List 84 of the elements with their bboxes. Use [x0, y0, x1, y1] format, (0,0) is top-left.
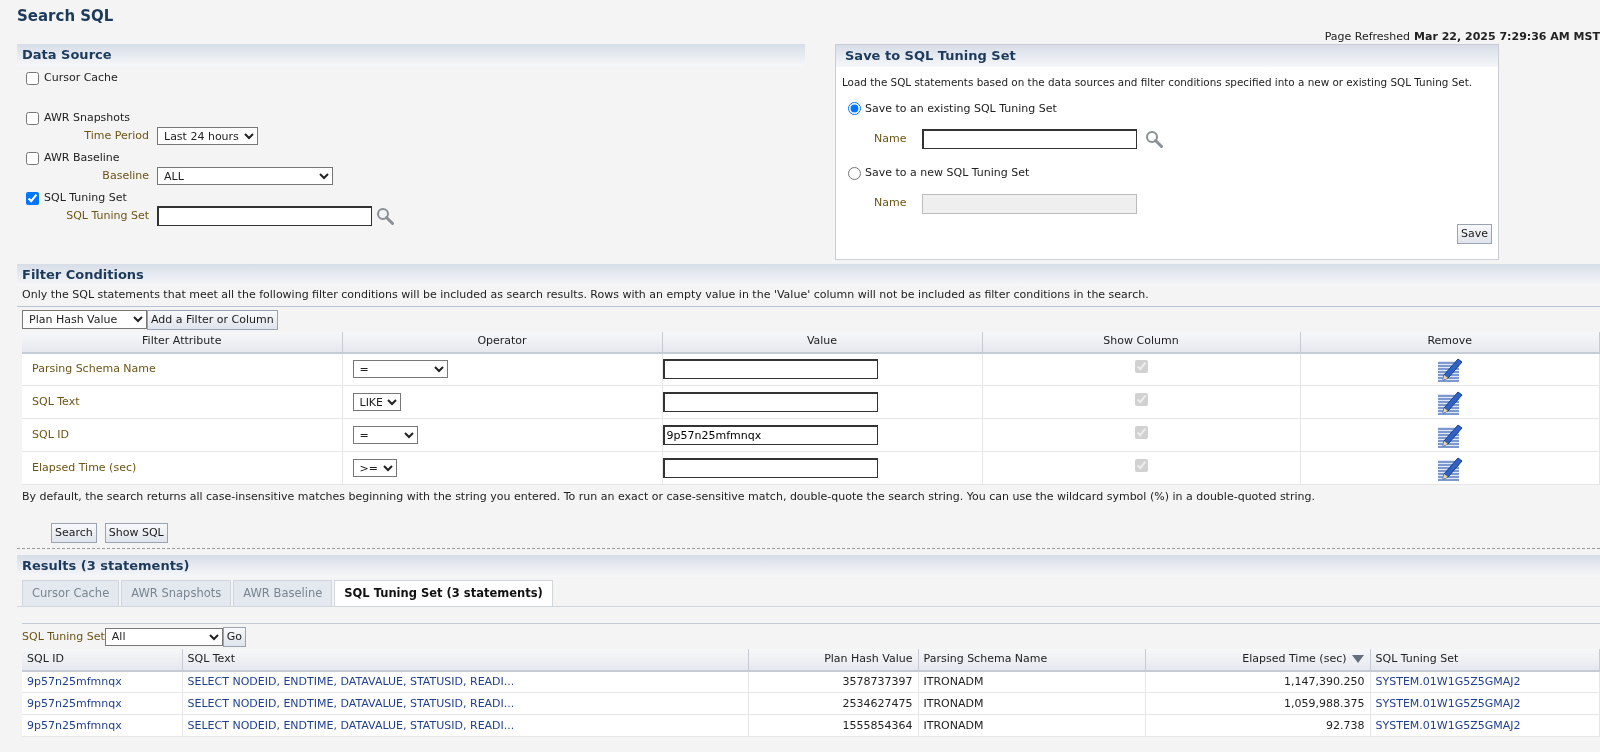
sort-icon[interactable]: [1350, 654, 1365, 665]
dropdown[interactable]: =: [352, 360, 448, 379]
radio-button[interactable]: [848, 166, 861, 180]
add-filter-button[interactable]: Add a Filter or Column: [147, 309, 278, 330]
column-header: SQL Tuning Set: [1370, 648, 1600, 671]
panel-title: Save to SQL Tuning Set: [845, 47, 1016, 66]
field-label: Baseline: [101, 167, 150, 184]
table-link[interactable]: 9p57n25mfmnqx: [27, 674, 122, 688]
table-cell: ITRONADM: [918, 692, 1145, 715]
table-cell: ITRONADM: [918, 670, 1145, 693]
tab[interactable]: SQL Tuning Set (3 statements): [334, 579, 553, 606]
checkbox[interactable]: [26, 152, 39, 165]
column-header: Parsing Schema Name: [918, 648, 1145, 671]
checkbox-label: SQL Tuning Set: [44, 190, 127, 207]
section-title: Filter Conditions: [22, 266, 144, 285]
table-link[interactable]: SYSTEM.01W1G5Z5GMAJ2: [1375, 718, 1521, 732]
page-title: Search SQL: [17, 6, 115, 26]
save-button[interactable]: Save: [1457, 223, 1492, 244]
radio-label: Save to an existing SQL Tuning Set: [865, 100, 1057, 117]
table-cell: 1,059,988.375: [1145, 692, 1370, 715]
column-header: Value: [662, 331, 982, 353]
table-link[interactable]: SYSTEM.01W1G5Z5GMAJ2: [1375, 674, 1521, 688]
column-header: Show Column: [982, 331, 1300, 353]
section-description: Only the SQL statements that meet all the following filter conditions will be included as search results. Rows with an empty value in the 'Value' column will not be included as filter conditions in the search.: [17, 286, 1600, 307]
radio-label: Save to a new SQL Tuning Set: [865, 165, 1030, 182]
search-note: By default, the search returns all case-insensitive matches beginning with the string you entered. To run an exact or case-sensitive match, double-quote the search string. You can use the wildcard symbol (%) in a double-quoted string.: [21, 489, 1316, 505]
field-label: Name: [874, 195, 908, 212]
search-icon[interactable]: [376, 207, 394, 225]
table-link[interactable]: SYSTEM.01W1G5Z5GMAJ2: [1375, 696, 1521, 710]
dropdown[interactable]: LIKE: [352, 393, 401, 411]
action-button[interactable]: Show SQL: [104, 522, 168, 543]
column-header: Filter Attribute: [22, 331, 342, 353]
column-header: SQL ID: [22, 648, 182, 671]
dropdown[interactable]: ALL: [157, 167, 333, 185]
table-cell: SQL Text: [22, 385, 342, 419]
table-link[interactable]: SELECT NODEID, ENDTIME, DATAVALUE, STATUSID, READI...: [187, 696, 515, 710]
section-title: Data Source: [22, 46, 112, 65]
dropdown[interactable]: >=: [352, 459, 397, 477]
field-label: Time Period: [83, 127, 150, 144]
checkbox[interactable]: [26, 192, 39, 205]
text-field[interactable]: [157, 206, 372, 226]
table-cell: Elapsed Time (sec): [22, 451, 342, 485]
table-cell: Parsing Schema Name: [22, 352, 342, 386]
text-field[interactable]: [662, 359, 878, 380]
column-header: Operator: [342, 331, 662, 353]
table-link[interactable]: 9p57n25mfmnqx: [27, 718, 122, 732]
column-header: SQL Text: [182, 648, 748, 671]
checkbox-label: Cursor Cache: [44, 70, 118, 87]
column-header: Elapsed Time (sec): [1242, 651, 1347, 667]
checkbox[interactable]: [26, 112, 39, 125]
table-cell: 2534627475: [748, 692, 918, 715]
table-cell: 3578737397: [748, 670, 918, 693]
refreshed-time: Mar 22, 2025 7:29:36 AM MST: [1414, 30, 1600, 43]
search-icon[interactable]: [1145, 130, 1163, 149]
panel-description: Load the SQL statements based on the data sources and filter conditions specified into a new or existing SQL Tuning Set.: [841, 75, 1473, 90]
go-button[interactable]: Go: [222, 626, 247, 647]
radio-button[interactable]: [848, 102, 861, 116]
table-link[interactable]: SELECT NODEID, ENDTIME, DATAVALUE, STATUSID, READI...: [187, 674, 515, 688]
table-link[interactable]: SELECT NODEID, ENDTIME, DATAVALUE, STATUSID, READI...: [187, 718, 515, 732]
column-header: Remove: [1300, 331, 1600, 353]
dropdown[interactable]: All: [104, 627, 223, 646]
field-label: Name: [874, 130, 908, 147]
table-link[interactable]: 9p57n25mfmnqx: [27, 696, 122, 710]
checkbox-label: AWR Baseline: [44, 150, 120, 167]
table-cell: ITRONADM: [918, 714, 1145, 737]
refreshed-label: Page Refreshed: [1324, 30, 1411, 43]
checkbox-label: AWR Snapshots: [44, 110, 131, 127]
table-cell: SQL ID: [22, 418, 342, 452]
checkbox[interactable]: [26, 72, 39, 85]
table-cell: 1555854364: [748, 714, 918, 737]
field-label: SQL Tuning Set: [22, 628, 105, 645]
dropdown[interactable]: =: [352, 426, 418, 444]
field-label: SQL Tuning Set: [65, 207, 150, 224]
section-title: Results (3 statements): [22, 556, 190, 575]
table-cell: 92.738: [1145, 714, 1370, 737]
text-field[interactable]: [922, 129, 1137, 150]
table-cell: 1,147,390.250: [1145, 670, 1370, 693]
column-header: Plan Hash Value: [748, 648, 918, 671]
text-field[interactable]: [662, 392, 878, 412]
dropdown[interactable]: Plan Hash Value: [22, 310, 147, 329]
text-field[interactable]: 9p57n25mfmnqx: [662, 425, 878, 445]
action-button[interactable]: Search: [51, 522, 97, 543]
dropdown[interactable]: Last 24 hours: [157, 127, 258, 145]
text-field[interactable]: [662, 458, 878, 478]
